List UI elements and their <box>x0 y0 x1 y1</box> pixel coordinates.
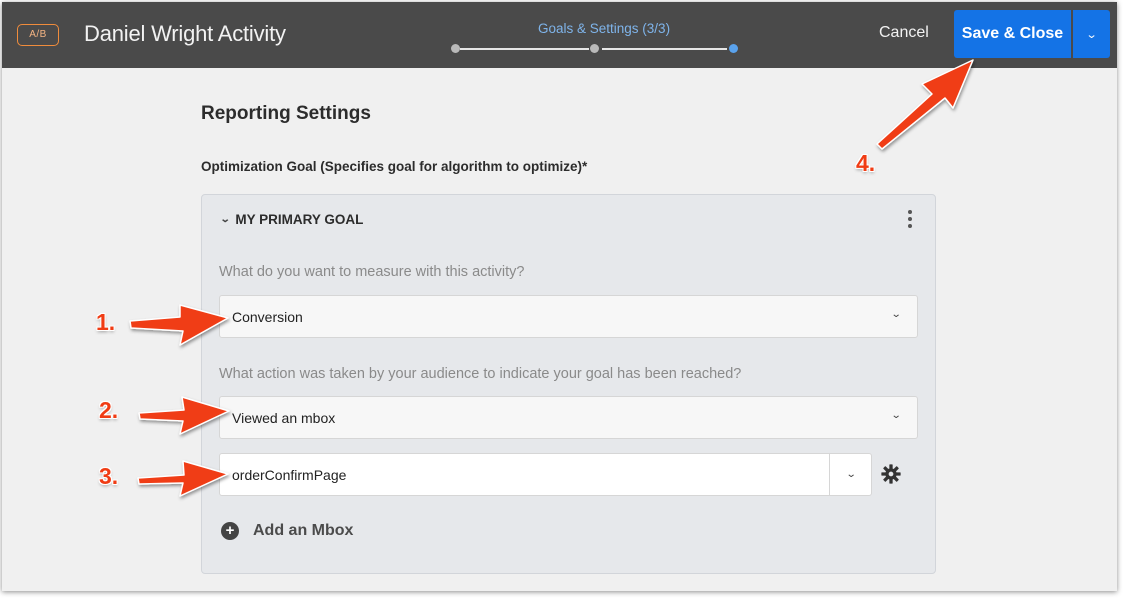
action-question: What action was taken by your audience t… <box>219 366 742 382</box>
goal-collapse-toggle[interactable]: ⌄ MY PRIMARY GOAL <box>219 212 364 227</box>
action-select[interactable]: Viewed an mbox ⌄ <box>219 396 918 439</box>
progress-line-1 <box>460 48 589 50</box>
activity-header: A/B Daniel Wright Activity Goals & Setti… <box>2 2 1117 68</box>
add-mbox-label: Add an Mbox <box>253 522 354 539</box>
activity-title: Daniel Wright Activity <box>84 21 286 46</box>
save-close-button[interactable]: Save & Close <box>954 10 1071 58</box>
progress-line-2 <box>602 48 727 50</box>
chevron-down-icon: ⌄ <box>845 469 857 480</box>
gear-icon[interactable] <box>880 463 902 485</box>
measure-select[interactable]: Conversion ⌄ <box>219 295 918 338</box>
app-window: A/B Daniel Wright Activity Goals & Setti… <box>2 2 1117 591</box>
optimization-goal-label: Optimization Goal (Specifies goal for al… <box>201 159 588 174</box>
annotation-4: 4. <box>856 150 876 176</box>
progress-step-3[interactable] <box>729 44 738 53</box>
progress-step-1[interactable] <box>451 44 460 53</box>
primary-goal-card: ⌄ MY PRIMARY GOAL What do you want to me… <box>201 194 936 574</box>
cancel-button[interactable]: Cancel <box>879 24 929 42</box>
measure-select-value: Conversion <box>232 308 303 325</box>
activity-type-badge: A/B <box>17 24 59 46</box>
more-options-icon[interactable] <box>903 208 917 230</box>
mbox-value: orderConfirmPage <box>232 466 347 483</box>
mbox-dropdown-button[interactable]: ⌄ <box>829 453 872 496</box>
step-progress <box>451 42 741 56</box>
chevron-down-icon: ⌄ <box>1085 28 1098 41</box>
annotation-3: 3. <box>99 463 119 489</box>
mbox-combobox-input[interactable]: orderConfirmPage <box>219 453 872 496</box>
plus-circle-icon: + <box>221 522 239 540</box>
chevron-down-icon: ⌄ <box>890 410 902 421</box>
progress-step-2[interactable] <box>590 44 599 53</box>
action-select-value: Viewed an mbox <box>232 409 336 426</box>
annotation-1: 1. <box>96 309 116 335</box>
chevron-down-icon: ⌄ <box>890 309 902 320</box>
annotation-2: 2. <box>99 397 119 423</box>
section-title: Reporting Settings <box>201 103 371 124</box>
save-options-button[interactable]: ⌄ <box>1073 10 1110 58</box>
step-label: Goals & Settings (3/3) <box>538 21 671 36</box>
add-mbox-button[interactable]: + Add an Mbox <box>221 522 353 540</box>
goal-header-label: MY PRIMARY GOAL <box>235 212 364 227</box>
chevron-down-icon: ⌄ <box>219 214 231 225</box>
measure-question: What do you want to measure with this ac… <box>219 264 525 280</box>
